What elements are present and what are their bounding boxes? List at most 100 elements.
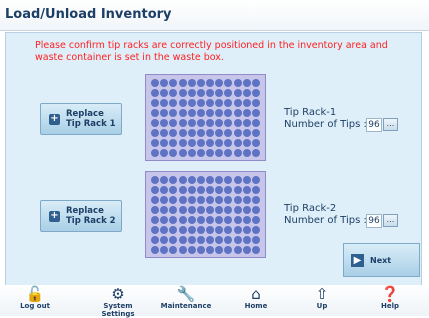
tip-rack-1-name: Tip Rack-1 xyxy=(284,107,337,118)
tip-well xyxy=(160,88,169,97)
tip-well xyxy=(251,148,260,157)
tip-well xyxy=(242,245,251,254)
tip-well xyxy=(251,235,260,244)
tip-well xyxy=(224,175,233,184)
tip-well xyxy=(233,245,242,254)
tip-well xyxy=(215,185,224,194)
tip-well xyxy=(151,195,160,204)
tip-rack-2-more-button[interactable]: ... xyxy=(383,214,398,227)
tip-well xyxy=(178,195,187,204)
replace-tip-rack-1-button[interactable]: + Replace Tip Rack 1 xyxy=(40,103,122,135)
tip-well xyxy=(151,88,160,97)
tip-well xyxy=(178,175,187,184)
tip-well xyxy=(224,195,233,204)
next-button[interactable]: ▶ Next xyxy=(343,243,420,277)
gear-icon: ⚙ xyxy=(111,285,125,303)
tip-well xyxy=(178,78,187,87)
home-icon: ⌂ xyxy=(251,285,261,303)
tip-well xyxy=(206,175,215,184)
tip-well xyxy=(196,205,205,214)
tip-well xyxy=(215,78,224,87)
tip-well xyxy=(206,108,215,117)
tip-well xyxy=(160,225,169,234)
tip-well xyxy=(169,118,178,127)
tip-well xyxy=(215,215,224,224)
tip-well xyxy=(242,235,251,244)
tip-well xyxy=(251,215,260,224)
tip-well xyxy=(224,118,233,127)
tip-well xyxy=(178,118,187,127)
tip-well xyxy=(151,138,160,147)
tip-well xyxy=(206,195,215,204)
tip-well xyxy=(206,128,215,137)
nav-help[interactable]: ❓ Help xyxy=(360,286,420,316)
tip-well xyxy=(196,175,205,184)
tip-well xyxy=(169,245,178,254)
tip-well xyxy=(196,108,205,117)
replace-tip-rack-2-button[interactable]: + Replace Tip Rack 2 xyxy=(40,200,122,232)
tip-well xyxy=(233,195,242,204)
tip-well xyxy=(160,108,169,117)
tip-well xyxy=(169,108,178,117)
tip-well xyxy=(187,108,196,117)
nav-up[interactable]: ⇧ Up xyxy=(292,286,352,316)
replace-tip-rack-1-label: Replace Tip Rack 1 xyxy=(66,109,116,129)
tip-well xyxy=(224,205,233,214)
tip-well xyxy=(160,128,169,137)
tip-well xyxy=(160,215,169,224)
nav-maintenance[interactable]: 🔧 Maintenance xyxy=(156,286,216,316)
next-arrow-icon: ▶ xyxy=(351,253,364,267)
tip-well xyxy=(224,245,233,254)
tip-well xyxy=(169,128,178,137)
tip-well xyxy=(169,148,178,157)
tip-well xyxy=(160,235,169,244)
nav-log-out[interactable]: 🔓 Log out xyxy=(5,286,65,316)
tip-well xyxy=(215,118,224,127)
tip-well xyxy=(169,78,178,87)
tip-rack-1-more-button[interactable]: ... xyxy=(383,118,398,131)
tip-well xyxy=(169,185,178,194)
tip-well xyxy=(206,225,215,234)
tip-well xyxy=(251,128,260,137)
tip-well xyxy=(178,88,187,97)
tip-well xyxy=(233,128,242,137)
tip-well xyxy=(242,215,251,224)
tip-well xyxy=(215,225,224,234)
tip-well xyxy=(196,98,205,107)
tip-well xyxy=(151,128,160,137)
tip-well xyxy=(233,108,242,117)
tip-well xyxy=(187,128,196,137)
nav-home[interactable]: ⌂ Home xyxy=(226,286,286,316)
tip-well xyxy=(224,138,233,147)
tip-well xyxy=(224,98,233,107)
tip-rack-1-tips-label: Number of Tips : xyxy=(284,119,367,130)
tip-well xyxy=(178,245,187,254)
tip-well xyxy=(251,185,260,194)
tip-well xyxy=(160,195,169,204)
tip-well xyxy=(187,205,196,214)
tip-well xyxy=(187,245,196,254)
tip-well xyxy=(251,118,260,127)
tip-well xyxy=(206,215,215,224)
next-label: Next xyxy=(370,255,392,265)
tip-well xyxy=(151,98,160,107)
tip-well xyxy=(251,245,260,254)
tip-well xyxy=(196,128,205,137)
tip-well xyxy=(196,78,205,87)
tip-well xyxy=(215,108,224,117)
tip-well xyxy=(196,235,205,244)
tip-well xyxy=(242,195,251,204)
tip-well xyxy=(206,148,215,157)
tip-rack-1-tips-value[interactable]: 96 xyxy=(366,118,382,132)
tip-well xyxy=(160,148,169,157)
tip-well xyxy=(233,235,242,244)
tip-well xyxy=(169,195,178,204)
tip-well xyxy=(215,235,224,244)
tip-well xyxy=(251,138,260,147)
tip-well xyxy=(187,148,196,157)
tip-well xyxy=(206,235,215,244)
tip-well xyxy=(242,148,251,157)
nav-system-settings[interactable]: ⚙ System Settings xyxy=(88,285,148,318)
tip-rack-2-tips-value[interactable]: 96 xyxy=(366,214,382,228)
tip-well xyxy=(251,175,260,184)
